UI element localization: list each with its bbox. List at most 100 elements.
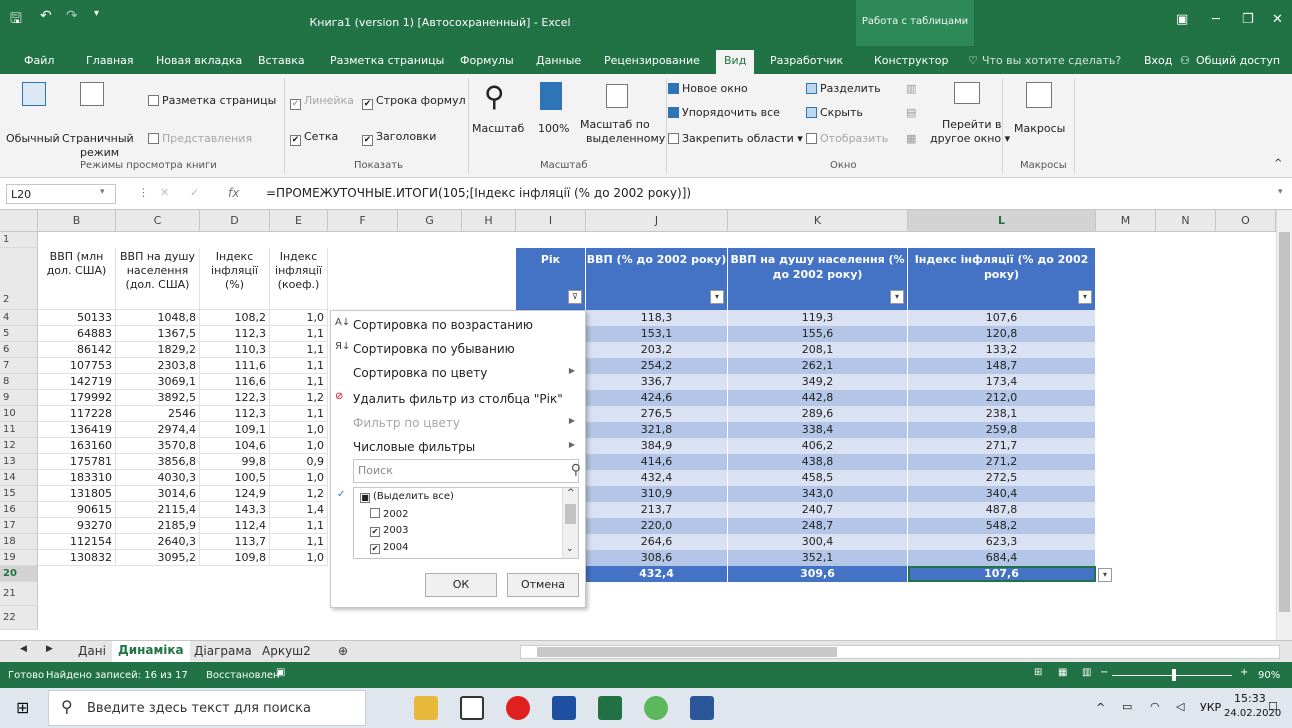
column-header-n[interactable]: N bbox=[1156, 210, 1216, 232]
ribbon-display-icon[interactable]: ▣ bbox=[1176, 12, 1188, 27]
table-cell[interactable]: 458,5 bbox=[728, 470, 908, 486]
data-cell[interactable]: 90615 bbox=[38, 502, 116, 518]
data-cell[interactable]: 107753 bbox=[38, 358, 116, 374]
data-cell[interactable]: 108,2 bbox=[200, 310, 270, 326]
data-cell[interactable]: 2640,3 bbox=[116, 534, 200, 550]
filter-item-2002[interactable]: 2002 bbox=[370, 508, 408, 520]
headings-checkbox[interactable]: ✔ Заголовки bbox=[362, 130, 436, 146]
table-cell[interactable]: 264,6 bbox=[586, 534, 728, 550]
tab-formulas[interactable]: Формулы bbox=[460, 54, 514, 67]
table-cell[interactable]: 548,2 bbox=[908, 518, 1096, 534]
table-cell[interactable]: 300,4 bbox=[728, 534, 908, 550]
column-header-g[interactable]: G bbox=[398, 210, 462, 232]
table-header-gdp[interactable]: ВВП (% до 2002 року) bbox=[586, 248, 728, 310]
normal-view-button[interactable]: Обычный bbox=[6, 132, 60, 145]
table-cell[interactable]: 487,8 bbox=[908, 502, 1096, 518]
row-header-5[interactable]: 5 bbox=[0, 326, 38, 342]
table-cell[interactable]: 259,8 bbox=[908, 422, 1096, 438]
page-layout-button[interactable]: Разметка страницы bbox=[148, 94, 276, 107]
column-header-k[interactable]: K bbox=[728, 210, 908, 232]
tab-page-layout[interactable]: Разметка страницы bbox=[330, 54, 444, 67]
cancel-icon[interactable]: ✕ bbox=[160, 186, 169, 199]
table-cell[interactable]: 406,2 bbox=[728, 438, 908, 454]
data-cell[interactable]: 3856,8 bbox=[116, 454, 200, 470]
filter-button-header-year[interactable]: ⊽ bbox=[568, 290, 582, 304]
data-cell[interactable]: 112154 bbox=[38, 534, 116, 550]
data-cell[interactable]: 183310 bbox=[38, 470, 116, 486]
insert-function-icon[interactable]: fx bbox=[228, 186, 239, 200]
table-cell[interactable]: 148,7 bbox=[908, 358, 1096, 374]
data-cell[interactable]: 116,6 bbox=[200, 374, 270, 390]
table-cell[interactable]: 338,4 bbox=[728, 422, 908, 438]
zoom-selection-icon[interactable] bbox=[606, 84, 628, 108]
tab-design[interactable]: Конструктор bbox=[874, 54, 948, 67]
data-cell[interactable]: 117228 bbox=[38, 406, 116, 422]
sheet-tab-diagrama[interactable]: Діаграма bbox=[194, 644, 252, 658]
data-cell[interactable]: 136419 bbox=[38, 422, 116, 438]
row-header-9[interactable]: 9 bbox=[0, 390, 38, 406]
tab-new[interactable]: Новая вкладка bbox=[156, 54, 242, 67]
add-sheet-icon[interactable]: ⊕ bbox=[338, 644, 348, 658]
column-header-d[interactable]: D bbox=[200, 210, 270, 232]
share-button[interactable]: Общий доступ bbox=[1196, 54, 1280, 67]
data-cell[interactable]: 3014,6 bbox=[116, 486, 200, 502]
table-cell[interactable]: 120,8 bbox=[908, 326, 1096, 342]
column-header-f[interactable]: F bbox=[328, 210, 398, 232]
tray-expand-icon[interactable]: ^ bbox=[1096, 701, 1105, 714]
scroll-thumb[interactable] bbox=[565, 504, 576, 524]
table-cell[interactable]: 623,3 bbox=[908, 534, 1096, 550]
reset-position-icon[interactable]: ▦ bbox=[906, 132, 916, 145]
worksheet-grid[interactable]: BCDEFGHIJKLMNO 1 2 4 5 6 7 8 9 10 11 12 13 14 15 16 17 1… bbox=[0, 210, 1292, 640]
tab-view[interactable]: Вид bbox=[716, 50, 755, 74]
data-cell[interactable]: 1048,8 bbox=[116, 310, 200, 326]
sheet-tab-arkush2[interactable]: Аркуш2 bbox=[262, 644, 311, 658]
vertical-scrollbar[interactable] bbox=[1276, 210, 1292, 640]
data-cell[interactable]: 2115,4 bbox=[116, 502, 200, 518]
zoom-slider[interactable] bbox=[1112, 669, 1232, 681]
row-header-21[interactable]: 21 bbox=[0, 582, 38, 606]
column-header-m[interactable]: M bbox=[1096, 210, 1156, 232]
zoom-100-icon[interactable] bbox=[540, 82, 562, 110]
row-header-18[interactable]: 18 bbox=[0, 534, 38, 550]
column-header-i[interactable]: I bbox=[516, 210, 586, 232]
header-cell-c[interactable]: ВВП на душу населення (дол. США) bbox=[116, 248, 200, 310]
filter-search-input[interactable]: Поиск ⚲ bbox=[353, 459, 581, 483]
table-cell[interactable]: 107,6 bbox=[908, 310, 1096, 326]
row-header-8[interactable]: 8 bbox=[0, 374, 38, 390]
close-icon[interactable]: ✕ bbox=[1272, 12, 1283, 27]
row-header-17[interactable]: 17 bbox=[0, 518, 38, 534]
data-cell[interactable]: 3095,2 bbox=[116, 550, 200, 566]
data-cell[interactable]: 111,6 bbox=[200, 358, 270, 374]
formula-options-icon[interactable]: ⋮ bbox=[138, 186, 149, 199]
table-cell[interactable]: 271,7 bbox=[908, 438, 1096, 454]
ruler-checkbox[interactable]: ✔ Линейка bbox=[290, 94, 354, 110]
minimize-icon[interactable]: ─ bbox=[1212, 12, 1220, 27]
table-cell[interactable]: 349,2 bbox=[728, 374, 908, 390]
data-cell[interactable]: 1,4 bbox=[270, 502, 328, 518]
opera-icon[interactable] bbox=[506, 696, 530, 720]
mail-icon[interactable] bbox=[460, 696, 484, 720]
horizontal-scrollbar[interactable] bbox=[520, 645, 1280, 659]
page-break-icon[interactable] bbox=[80, 82, 104, 106]
table-cell[interactable]: 119,3 bbox=[728, 310, 908, 326]
tab-review[interactable]: Рецензирование bbox=[604, 54, 700, 67]
split-button[interactable]: Разделить bbox=[806, 82, 881, 95]
page-break-button[interactable]: Страничный bbox=[62, 132, 134, 145]
data-cell[interactable]: 3570,8 bbox=[116, 438, 200, 454]
data-cell[interactable]: 1,0 bbox=[270, 438, 328, 454]
sort-descending-item[interactable]: Я↓ Сортировка по убыванию bbox=[331, 337, 585, 361]
table-cell[interactable]: 308,6 bbox=[586, 550, 728, 566]
data-cell[interactable]: 1,1 bbox=[270, 406, 328, 422]
table-cell[interactable]: 153,1 bbox=[586, 326, 728, 342]
data-cell[interactable]: 3069,1 bbox=[116, 374, 200, 390]
excel-icon[interactable] bbox=[598, 696, 622, 720]
data-cell[interactable]: 99,8 bbox=[200, 454, 270, 470]
table-cell[interactable]: 414,6 bbox=[586, 454, 728, 470]
word-icon[interactable] bbox=[690, 696, 714, 720]
table-cell[interactable]: 276,5 bbox=[586, 406, 728, 422]
table-cell[interactable]: 343,0 bbox=[728, 486, 908, 502]
notification-icon[interactable]: ☐ bbox=[1268, 700, 1278, 713]
table-cell[interactable]: 262,1 bbox=[728, 358, 908, 374]
data-cell[interactable]: 112,3 bbox=[200, 406, 270, 422]
macros-button[interactable]: Макросы bbox=[1014, 122, 1065, 135]
